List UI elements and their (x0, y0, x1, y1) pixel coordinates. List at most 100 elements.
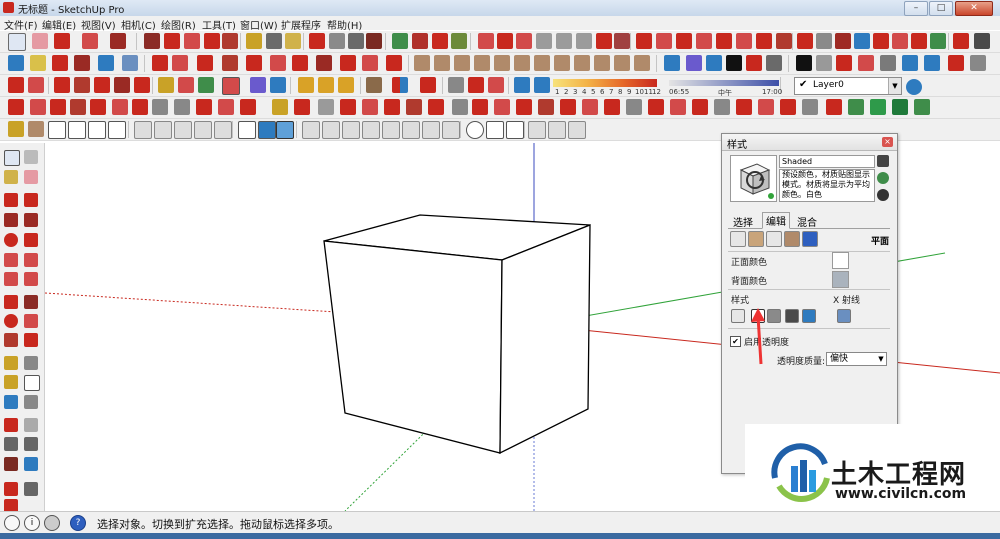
row2-tool-30-icon[interactable] (836, 55, 852, 71)
refresh-icon[interactable] (877, 189, 889, 201)
tool-b-icon[interactable] (497, 33, 513, 49)
row2-tool-2-icon[interactable] (30, 55, 46, 71)
zoom-extents-icon[interactable] (366, 33, 382, 49)
row3-tool-7-icon[interactable] (134, 77, 150, 93)
scale-icon[interactable] (222, 33, 238, 49)
row2-tool-3-icon[interactable] (52, 55, 68, 71)
row5-tool-10-icon[interactable] (194, 121, 212, 139)
time-of-day-slider[interactable] (669, 80, 779, 86)
play-icon[interactable] (726, 55, 742, 71)
row4-tool-4-icon[interactable] (70, 99, 86, 115)
left-axes-icon[interactable] (4, 395, 18, 409)
row4-tool-30-icon[interactable] (648, 99, 664, 115)
row4-tool-3-icon[interactable] (50, 99, 66, 115)
tab-mix[interactable]: 混合 (794, 214, 820, 229)
row5-tool-5-icon[interactable] (88, 121, 106, 139)
row3-tool-16-icon[interactable] (338, 77, 354, 93)
row5-tool-18-icon[interactable] (362, 121, 380, 139)
tool-e-icon[interactable] (556, 33, 572, 49)
row3-tool-24-icon[interactable] (534, 77, 550, 93)
minimize-button[interactable]: – (904, 1, 928, 16)
menu-tools[interactable]: 工具(T) (202, 17, 236, 32)
tool-u-icon[interactable] (873, 33, 889, 49)
left-walk-icon[interactable] (4, 482, 18, 496)
left-protractor-icon[interactable] (4, 375, 18, 389)
create-style-icon[interactable] (877, 155, 889, 167)
row5-tool-1-icon[interactable] (8, 121, 24, 137)
row3-tool-19-icon[interactable] (420, 77, 436, 93)
left-pan-icon[interactable] (24, 418, 38, 432)
row2-tool-27-icon[interactable] (594, 55, 610, 71)
row4-tool-2-icon[interactable] (30, 99, 46, 115)
row2-tool-16-icon[interactable] (362, 55, 378, 71)
style-thumbnail[interactable] (730, 155, 777, 202)
menu-edit[interactable]: 编辑(E) (42, 17, 76, 32)
row3-tool-22-icon[interactable] (488, 77, 504, 93)
sub-icon[interactable] (706, 55, 722, 71)
row5-tool-19-icon[interactable] (382, 121, 400, 139)
tool-r-icon[interactable] (816, 33, 832, 49)
update-style-icon[interactable] (877, 172, 889, 184)
row2-tool-21-icon[interactable] (474, 55, 490, 71)
row2-tool-28-icon[interactable] (614, 55, 630, 71)
row4-tool-23-icon[interactable] (494, 99, 510, 115)
row2-tool-4-icon[interactable] (74, 55, 90, 71)
left-scale-icon[interactable] (4, 333, 18, 347)
row2-tool-14-icon[interactable] (316, 55, 332, 71)
row3-tool-21-icon[interactable] (468, 77, 484, 93)
row4-tool-36-icon[interactable] (780, 99, 796, 115)
row2-tool-13-icon[interactable] (292, 55, 308, 71)
row4-tool-37-icon[interactable] (802, 99, 818, 115)
rectangle-icon[interactable] (110, 33, 126, 49)
tool-i-icon[interactable] (636, 33, 652, 49)
menu-window[interactable]: 窗口(W) (240, 17, 278, 32)
row4-tool-19-icon[interactable] (406, 99, 422, 115)
row3-tool-4-icon[interactable] (74, 77, 90, 93)
menu-extensions[interactable]: 扩展程序 (281, 17, 321, 32)
row2-tool-7-icon[interactable] (152, 55, 168, 71)
row3-tool-1-icon[interactable] (8, 77, 24, 93)
row5-tool-24-icon[interactable] (486, 121, 504, 139)
row4-tool-15-icon[interactable] (318, 99, 334, 115)
row2-tool-20-icon[interactable] (454, 55, 470, 71)
row4-tool-41-icon[interactable] (892, 99, 908, 115)
tool-w-icon[interactable] (911, 33, 927, 49)
row3-tool-10-icon[interactable] (198, 77, 214, 93)
maximize-button[interactable]: □ (929, 1, 953, 16)
row5-tool-17-icon[interactable] (342, 121, 360, 139)
row4-tool-6-icon[interactable] (112, 99, 128, 115)
extension-warehouse-icon[interactable] (451, 33, 467, 49)
left-rotate-icon[interactable] (4, 314, 18, 328)
tool-a-icon[interactable] (478, 33, 494, 49)
row2-tool-8-icon[interactable] (172, 55, 188, 71)
modeling-settings-icon[interactable] (802, 231, 818, 247)
row5-tool-9-icon[interactable] (174, 121, 192, 139)
left-circle-icon[interactable] (4, 233, 18, 247)
row5-tool-25-icon[interactable] (506, 121, 524, 139)
menu-file[interactable]: 文件(F) (4, 17, 38, 32)
left-zoom-extents-icon[interactable] (4, 457, 18, 471)
row2-tool-18-icon[interactable] (414, 55, 430, 71)
row3-tool-9-icon[interactable] (178, 77, 194, 93)
tool-h-icon[interactable] (614, 33, 630, 49)
row4-tool-42-icon[interactable] (914, 99, 930, 115)
tab-edit[interactable]: 编辑 (762, 212, 790, 229)
tool-s-icon[interactable] (835, 33, 851, 49)
row4-tool-27-icon[interactable] (582, 99, 598, 115)
row3-tool-15-icon[interactable] (318, 77, 334, 93)
tool-n-icon[interactable] (736, 33, 752, 49)
row4-tool-12-icon[interactable] (240, 99, 256, 115)
left-followme-icon[interactable] (24, 314, 38, 328)
row2-tool-17-icon[interactable] (386, 55, 402, 71)
row2-tool-33-icon[interactable] (902, 55, 918, 71)
left-arc-icon[interactable] (4, 253, 18, 267)
pan-icon[interactable] (329, 33, 345, 49)
row4-tool-34-icon[interactable] (736, 99, 752, 115)
tool-t-icon[interactable] (854, 33, 870, 49)
row4-tool-5-icon[interactable] (90, 99, 106, 115)
row5-tool-2-icon[interactable] (28, 121, 44, 137)
row3-tool-12-icon[interactable] (250, 77, 266, 93)
share-model-icon[interactable] (412, 33, 428, 49)
row5-tool-12-icon[interactable] (238, 121, 256, 139)
row4-tool-20-icon[interactable] (428, 99, 444, 115)
